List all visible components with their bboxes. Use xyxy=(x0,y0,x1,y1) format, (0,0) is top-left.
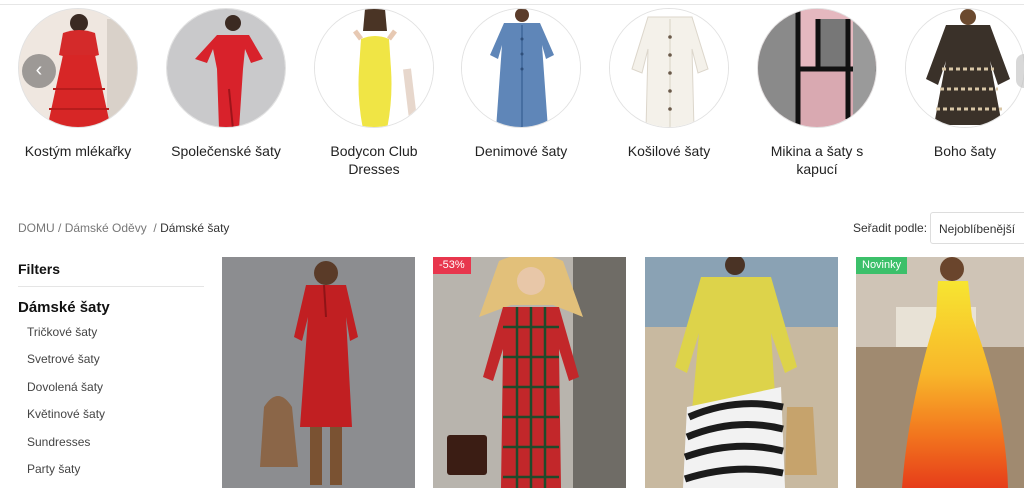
product-image[interactable] xyxy=(222,257,415,488)
category-image[interactable] xyxy=(757,8,877,128)
product-card[interactable]: -53% xyxy=(433,257,626,488)
category-label[interactable]: Společenské šaty xyxy=(156,142,296,160)
category-label[interactable]: Denimové šaty xyxy=(451,142,591,160)
subcategory-link[interactable]: Party šaty xyxy=(27,461,105,488)
category-heading[interactable]: Dámské šaty xyxy=(18,299,110,316)
breadcrumb-home[interactable]: DOMU xyxy=(18,221,55,235)
breadcrumb-parent[interactable]: Dámské Oděvy xyxy=(65,221,147,235)
category-item-hoodie[interactable]: Mikina a šaty s kapucí xyxy=(747,8,887,178)
category-item-evening[interactable]: Společenské šaty xyxy=(156,8,296,160)
subcategory-link[interactable]: Dovolená šaty xyxy=(27,379,105,406)
category-label[interactable]: Mikina a šaty s kapucí xyxy=(747,142,887,178)
category-image[interactable] xyxy=(166,8,286,128)
category-item-denim[interactable]: Denimové šaty xyxy=(451,8,591,160)
subcategory-link[interactable]: Svetrové šaty xyxy=(27,351,105,378)
category-carousel: Kostým mlékařky Společenské šaty Bodycon… xyxy=(0,8,1024,198)
product-card[interactable] xyxy=(645,257,838,488)
sort-label: Seřadit podle: xyxy=(853,221,928,235)
category-image[interactable] xyxy=(314,8,434,128)
product-card[interactable] xyxy=(222,257,415,488)
subcategory-link[interactable]: Sundresses xyxy=(27,434,105,461)
top-divider xyxy=(0,0,1024,5)
breadcrumb-current: Dámské šaty xyxy=(160,221,230,235)
category-label[interactable]: Boho šaty xyxy=(895,142,1024,160)
category-label[interactable]: Košilové šaty xyxy=(599,142,739,160)
discount-badge: -53% xyxy=(433,257,471,274)
new-badge: Novinky xyxy=(856,257,908,274)
category-item-boho[interactable]: Boho šaty xyxy=(895,8,1024,160)
carousel-next-handle[interactable] xyxy=(1016,54,1024,88)
breadcrumb-separator: / xyxy=(54,221,65,235)
product-image[interactable] xyxy=(856,257,1024,488)
category-item-shirt-dress[interactable]: Košilové šaty xyxy=(599,8,739,160)
filters-heading: Filters xyxy=(18,261,61,277)
subcategory-link[interactable]: Tričkové šaty xyxy=(27,324,105,351)
category-image[interactable] xyxy=(461,8,581,128)
category-label[interactable]: Kostým mlékařky xyxy=(8,142,148,160)
category-label[interactable]: Bodycon Club Dresses xyxy=(304,142,444,178)
category-image[interactable] xyxy=(609,8,729,128)
subcategory-link[interactable]: Květinové šaty xyxy=(27,406,105,433)
breadcrumb: DOMU / Dámské Oděvy / Dámské šaty xyxy=(18,221,229,235)
filters-divider xyxy=(18,286,204,287)
product-image[interactable] xyxy=(645,257,838,488)
sort-dropdown[interactable]: Nejoblíbenější xyxy=(930,212,1024,244)
breadcrumb-separator: / xyxy=(146,221,161,235)
carousel-prev-icon[interactable]: ‹ xyxy=(22,54,56,88)
subcategory-list: Tričkové šaty Svetrové šaty Dovolená šat… xyxy=(27,324,105,488)
category-item-bodycon[interactable]: Bodycon Club Dresses xyxy=(304,8,444,178)
product-image[interactable] xyxy=(433,257,626,488)
product-card[interactable]: Novinky xyxy=(856,257,1024,488)
category-image[interactable] xyxy=(905,8,1024,128)
